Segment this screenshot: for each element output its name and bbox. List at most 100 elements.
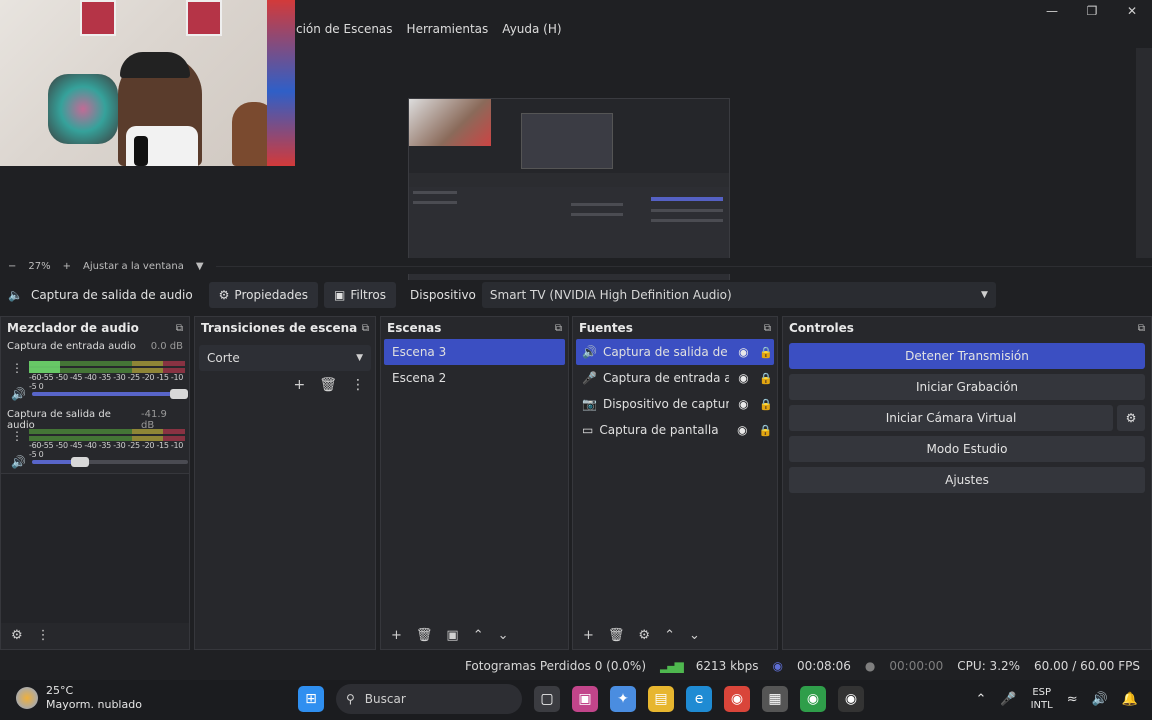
- chevron-up-icon[interactable]: ⌃: [976, 692, 987, 707]
- language-code: ESP: [1032, 687, 1052, 698]
- zoom-bar: − 27% + Ajustar a la ventana ▼: [0, 258, 1152, 274]
- volume-knob-1[interactable]: [70, 457, 89, 467]
- menu-scene-collection[interactable]: ción de Escenas: [296, 22, 393, 42]
- device-select[interactable]: Smart TV (NVIDIA High Definition Audio) …: [481, 282, 996, 308]
- eye-icon[interactable]: ◉: [733, 423, 751, 437]
- scene-name: Escena 3: [392, 345, 447, 359]
- search-icon: ⚲: [346, 692, 355, 706]
- add-icon[interactable]: +: [293, 377, 305, 393]
- trash-icon[interactable]: 🗑: [319, 377, 337, 393]
- source-item[interactable]: 🎤 Captura de entrada audi ◉ 🔒: [576, 365, 774, 391]
- zoom-out-icon[interactable]: −: [8, 261, 16, 272]
- move-down-icon[interactable]: ⌄: [689, 628, 700, 643]
- speaker-icon[interactable]: 🔊: [11, 387, 26, 401]
- stop-stream-button[interactable]: Detener Transmisión: [789, 343, 1145, 369]
- move-down-icon[interactable]: ⌄: [498, 628, 509, 643]
- studio-mode-button[interactable]: Modo Estudio: [789, 436, 1145, 462]
- start-virtual-camera-button[interactable]: Iniciar Cámara Virtual: [789, 405, 1113, 431]
- channel-menu-icon[interactable]: ⋮: [11, 429, 23, 443]
- photos-app-icon[interactable]: ▣: [572, 686, 598, 712]
- volume-knob-0[interactable]: [169, 389, 188, 399]
- dock-title: Escenas ⧉: [381, 317, 568, 339]
- chrome-icon[interactable]: ◉: [724, 686, 750, 712]
- language-indicator[interactable]: ESP INTL: [1031, 686, 1053, 712]
- scene-item[interactable]: Escena 2: [384, 365, 565, 391]
- obs-icon[interactable]: ◉: [838, 686, 864, 712]
- virtual-camera-settings-icon[interactable]: ⚙: [1117, 405, 1145, 431]
- fit-dropdown-icon[interactable]: ▼: [196, 261, 204, 272]
- menu-tools[interactable]: Herramientas: [407, 22, 489, 42]
- lock-icon[interactable]: 🔒: [758, 346, 774, 359]
- undock-icon[interactable]: ⧉: [1138, 323, 1145, 334]
- lock-icon[interactable]: 🔒: [757, 424, 773, 437]
- windows-start-icon[interactable]: ⊞: [298, 686, 324, 712]
- taskbar-search[interactable]: ⚲ Buscar: [336, 684, 522, 714]
- trash-icon[interactable]: 🗑: [608, 628, 625, 643]
- volume-icon[interactable]: 🔊: [1092, 692, 1108, 707]
- menu-help[interactable]: Ayuda (H): [502, 22, 561, 42]
- undock-icon[interactable]: ⧉: [764, 323, 771, 334]
- eye-icon[interactable]: ◉: [735, 397, 753, 411]
- file-explorer-icon[interactable]: ▤: [648, 686, 674, 712]
- volume-slider[interactable]: [31, 457, 188, 467]
- lock-icon[interactable]: 🔒: [758, 398, 774, 411]
- scene-item[interactable]: Escena 3: [384, 339, 565, 365]
- speaker-icon[interactable]: 🔊: [11, 455, 26, 469]
- record-time: 00:00:00: [889, 659, 944, 673]
- chrome-profile-icon[interactable]: ◉: [800, 686, 826, 712]
- settings-button[interactable]: Ajustes: [789, 467, 1145, 493]
- properties-button[interactable]: ⚙ Propiedades: [208, 282, 319, 308]
- mixer-menu-icon[interactable]: ⋮: [37, 628, 50, 643]
- close-icon[interactable]: ✕: [1112, 0, 1152, 22]
- transition-select[interactable]: Corte ▼: [199, 345, 371, 371]
- undock-icon[interactable]: ⧉: [555, 323, 562, 334]
- restore-icon[interactable]: ❐: [1072, 0, 1112, 22]
- dock-title: Controles ⧉: [783, 317, 1151, 339]
- source-item[interactable]: 🔊 Captura de salida de aud ◉ 🔒: [576, 339, 774, 365]
- source-item[interactable]: ▭ Captura de pantalla ◉ 🔒: [576, 417, 774, 443]
- eye-icon[interactable]: ◉: [735, 345, 753, 359]
- volume-slider[interactable]: [31, 389, 188, 399]
- store-icon[interactable]: ▦: [762, 686, 788, 712]
- edge-browser-icon[interactable]: e: [686, 686, 712, 712]
- notification-bell-icon[interactable]: 🔔: [1122, 692, 1138, 707]
- microphone: [134, 136, 148, 166]
- preview-webcam-thumbnail: [409, 99, 491, 146]
- channel-db: 0.0 dB: [150, 341, 183, 352]
- trash-icon[interactable]: 🗑: [416, 628, 433, 643]
- preview-scrollbar[interactable]: [1136, 48, 1152, 258]
- start-recording-button[interactable]: Iniciar Grabación: [789, 374, 1145, 400]
- eye-icon[interactable]: ◉: [735, 371, 753, 385]
- filter-icon[interactable]: ▣: [446, 628, 458, 643]
- device-value: Smart TV (NVIDIA High Definition Audio): [489, 288, 732, 302]
- more-icon[interactable]: ⋮: [351, 377, 365, 393]
- advanced-audio-gear-icon[interactable]: ⚙: [11, 628, 23, 643]
- add-icon[interactable]: +: [391, 628, 402, 643]
- task-view-icon[interactable]: ▢: [534, 686, 560, 712]
- wifi-icon[interactable]: ≈: [1067, 692, 1078, 707]
- gear-icon[interactable]: ⚙: [638, 628, 650, 643]
- cpu-usage: CPU: 3.2%: [957, 659, 1021, 673]
- volume-control: 🔊: [11, 455, 188, 469]
- source-item[interactable]: 📷 Dispositivo de captura de ◉ 🔒: [576, 391, 774, 417]
- microphone-icon[interactable]: 🎤: [1000, 692, 1016, 707]
- copilot-icon[interactable]: ✦: [610, 686, 636, 712]
- properties-label: Propiedades: [234, 288, 309, 302]
- mixer-footer: ⚙ ⋮: [1, 621, 189, 649]
- move-up-icon[interactable]: ⌃: [664, 628, 675, 643]
- minimize-icon[interactable]: —: [1032, 0, 1072, 22]
- filters-button[interactable]: ▣ Filtros: [324, 282, 397, 308]
- menu-bar: ción de Escenas Herramientas Ayuda (H): [296, 22, 562, 42]
- undock-icon[interactable]: ⧉: [362, 323, 369, 334]
- move-up-icon[interactable]: ⌃: [473, 628, 484, 643]
- divider: [215, 265, 1152, 267]
- fit-window-label[interactable]: Ajustar a la ventana: [83, 261, 184, 272]
- add-icon[interactable]: +: [583, 628, 594, 643]
- undock-icon[interactable]: ⧉: [176, 323, 183, 334]
- zoom-in-icon[interactable]: +: [63, 261, 71, 272]
- channel-menu-icon[interactable]: ⋮: [11, 361, 23, 375]
- lock-icon[interactable]: 🔒: [758, 372, 774, 385]
- transition-actions: + 🗑 ⋮: [195, 377, 375, 393]
- weather-widget[interactable]: 25°C Mayorm. nublado: [16, 684, 142, 712]
- weather-description: Mayorm. nublado: [46, 698, 142, 711]
